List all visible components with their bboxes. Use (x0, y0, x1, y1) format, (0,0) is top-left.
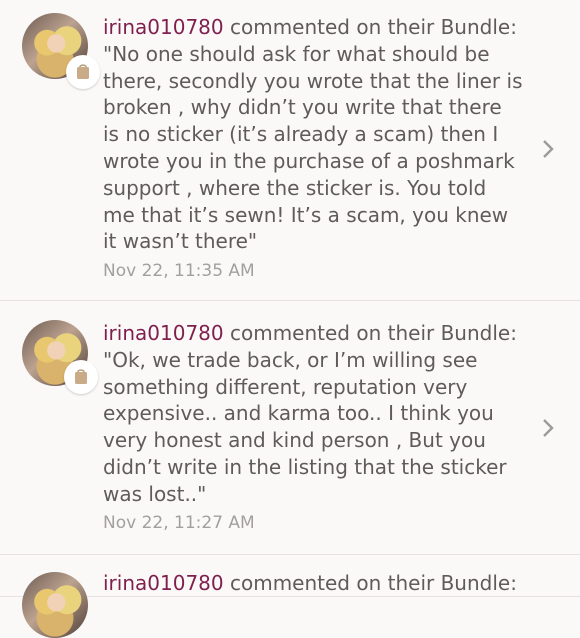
chevron-right-icon[interactable] (540, 138, 556, 160)
username-link[interactable]: irina010780 (103, 571, 224, 595)
notification-item[interactable]: irina010780 commented on their Bundle: (0, 556, 580, 638)
shopping-bag-icon (66, 55, 100, 89)
username-link[interactable]: irina010780 (103, 15, 224, 39)
timestamp: Nov 22, 11:27 AM (103, 513, 255, 533)
notification-item[interactable]: irina010780 commented on their Bundle: "… (0, 302, 580, 555)
notification-action: commented on their Bundle: (223, 15, 517, 39)
notification-item[interactable]: irina010780 commented on their Bundle: "… (0, 0, 580, 301)
timestamp: Nov 22, 11:35 AM (103, 261, 255, 281)
chevron-right-icon[interactable] (540, 417, 556, 439)
comment-text: "Ok, we trade back, or I’m willing see s… (103, 347, 513, 506)
user-avatar[interactable] (22, 572, 88, 638)
shopping-bag-icon (64, 360, 98, 394)
notification-action: commented on their Bundle: (223, 321, 517, 345)
notification-text: irina010780 commented on their Bundle: "… (103, 14, 523, 255)
comment-text: "No one should ask for what should be th… (103, 41, 529, 254)
username-link[interactable]: irina010780 (103, 321, 224, 345)
notification-text: irina010780 commented on their Bundle: "… (103, 320, 523, 508)
notification-text: irina010780 commented on their Bundle: (103, 570, 523, 597)
notification-action: commented on their Bundle: (223, 571, 517, 595)
